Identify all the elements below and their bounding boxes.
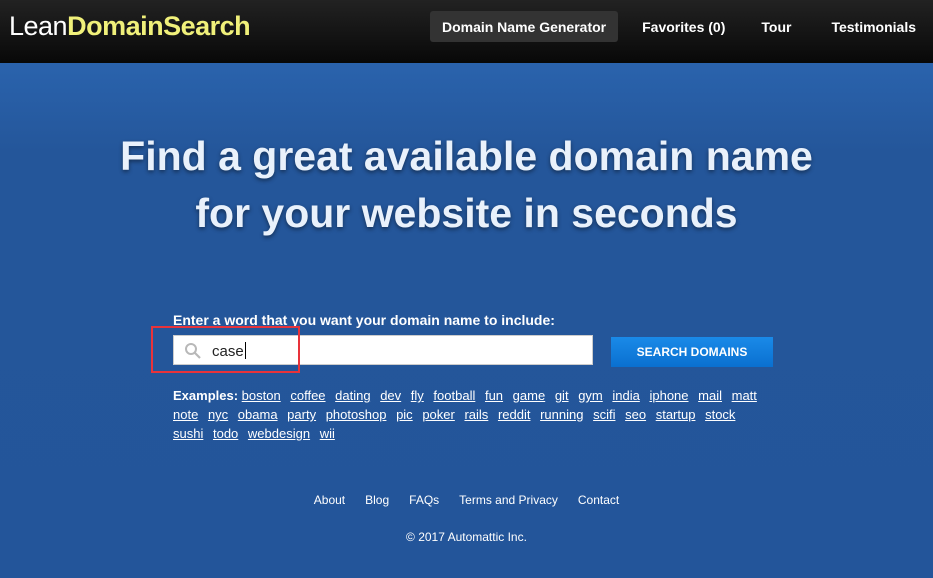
example-link-fly[interactable]: fly: [411, 388, 424, 403]
nav-domain-name-generator[interactable]: Domain Name Generator: [429, 11, 619, 42]
search-domains-button[interactable]: SEARCH DOMAINS: [611, 337, 773, 367]
footer-link-about[interactable]: About: [314, 493, 345, 507]
example-link-wii[interactable]: wii: [320, 426, 335, 441]
example-link-fun[interactable]: fun: [485, 388, 503, 403]
nav-tour[interactable]: Tour: [749, 11, 803, 42]
example-link-nyc[interactable]: nyc: [208, 407, 228, 422]
examples-label: Examples:: [173, 388, 239, 403]
example-link-mail[interactable]: mail: [698, 388, 722, 403]
example-link-seo[interactable]: seo: [625, 407, 646, 422]
header: LeanDomainSearch Domain Name Generator F…: [0, 0, 933, 63]
footer-link-blog[interactable]: Blog: [365, 493, 389, 507]
example-link-india[interactable]: india: [612, 388, 639, 403]
example-link-boston[interactable]: boston: [242, 388, 281, 403]
example-link-dev[interactable]: dev: [380, 388, 401, 403]
nav-testimonials[interactable]: Testimonials: [819, 11, 933, 42]
example-link-pic[interactable]: pic: [396, 407, 413, 422]
example-link-coffee[interactable]: coffee: [290, 388, 325, 403]
example-link-party[interactable]: party: [287, 407, 316, 422]
example-link-running[interactable]: running: [540, 407, 583, 422]
footer-link-terms-and-privacy[interactable]: Terms and Privacy: [459, 493, 558, 507]
footer-link-faqs[interactable]: FAQs: [409, 493, 439, 507]
footer-links: About Blog FAQs Terms and Privacy Contact: [0, 493, 933, 507]
example-link-rails[interactable]: rails: [464, 407, 488, 422]
example-link-poker[interactable]: poker: [422, 407, 455, 422]
logo-bold: DomainSearch: [67, 11, 251, 41]
example-link-iphone[interactable]: iphone: [649, 388, 688, 403]
examples: Examples: boston coffee dating dev fly f…: [173, 386, 773, 443]
top-nav: Domain Name Generator Favorites (0) Tour…: [429, 11, 933, 42]
logo-light: Lean: [9, 11, 68, 41]
example-link-webdesign[interactable]: webdesign: [248, 426, 310, 441]
hero-title: Find a great available domain name for yo…: [0, 128, 933, 242]
example-link-todo[interactable]: todo: [213, 426, 238, 441]
example-link-scifi[interactable]: scifi: [593, 407, 615, 422]
copyright: © 2017 Automattic Inc.: [406, 530, 527, 544]
example-link-matt[interactable]: matt: [732, 388, 757, 403]
logo[interactable]: LeanDomainSearch: [9, 11, 251, 42]
nav-favorites[interactable]: Favorites (0): [630, 11, 737, 42]
hero-line-2: for your website in seconds: [195, 190, 738, 236]
example-link-gym[interactable]: gym: [578, 388, 603, 403]
example-link-photoshop[interactable]: photoshop: [326, 407, 387, 422]
example-link-obama[interactable]: obama: [238, 407, 278, 422]
hero-line-1: Find a great available domain name: [120, 133, 813, 179]
example-link-sushi[interactable]: sushi: [173, 426, 203, 441]
example-link-football[interactable]: football: [433, 388, 475, 403]
example-link-note[interactable]: note: [173, 407, 198, 422]
example-link-game[interactable]: game: [513, 388, 546, 403]
highlight-box: [151, 326, 300, 373]
example-link-stock[interactable]: stock: [705, 407, 735, 422]
example-link-git[interactable]: git: [555, 388, 569, 403]
footer-link-contact[interactable]: Contact: [578, 493, 619, 507]
example-link-startup[interactable]: startup: [656, 407, 696, 422]
example-link-dating[interactable]: dating: [335, 388, 370, 403]
example-link-reddit[interactable]: reddit: [498, 407, 531, 422]
